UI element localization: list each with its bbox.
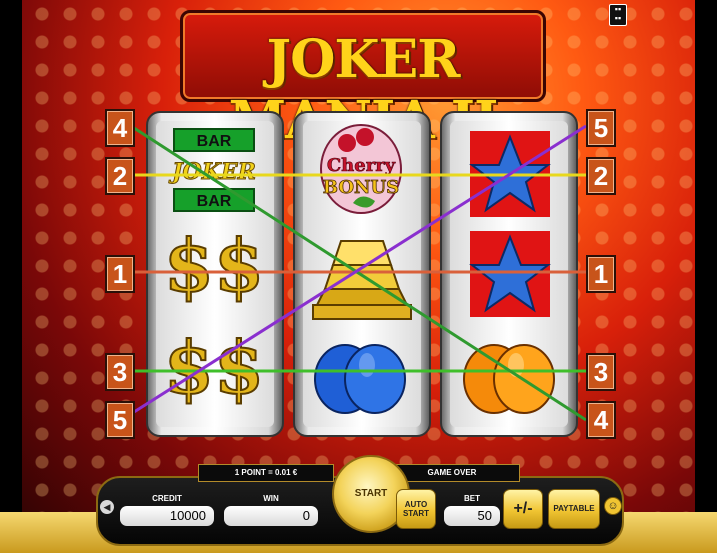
payline-marker-right-5: 5 bbox=[586, 109, 616, 147]
payline-marker-left-2: 2 bbox=[105, 157, 135, 195]
credit-value: 10000 bbox=[120, 506, 214, 526]
auto-start-button[interactable]: AUTO START bbox=[396, 489, 436, 529]
payline-marker-right-3: 3 bbox=[586, 353, 616, 391]
speaker-icon[interactable]: ◀ bbox=[100, 500, 114, 514]
bet-plus-minus-button[interactable]: +/- bbox=[503, 489, 543, 529]
payline-5 bbox=[133, 124, 587, 414]
payline-4 bbox=[133, 126, 587, 422]
credit-label: CREDIT bbox=[152, 494, 182, 503]
game-screen: ▪▪▪▪ JOKER MANIA II BAR JOKER BAR $$ $$ bbox=[0, 0, 717, 553]
bet-value: 50 bbox=[444, 506, 500, 526]
payline-marker-left-5: 5 bbox=[105, 401, 135, 439]
point-value-bar: 1 POINT = 0.01 € bbox=[198, 464, 334, 482]
payline-marker-right-1: 1 bbox=[586, 255, 616, 293]
smiley-icon[interactable]: ☺ bbox=[604, 497, 622, 515]
payline-marker-left-1: 1 bbox=[105, 255, 135, 293]
auto-start-line1: AUTO bbox=[404, 500, 428, 509]
payline-marker-left-3: 3 bbox=[105, 353, 135, 391]
auto-start-line2: START bbox=[402, 509, 430, 518]
payline-marker-right-4: 4 bbox=[586, 401, 616, 439]
bet-label: BET bbox=[464, 494, 480, 503]
win-label: WIN bbox=[263, 494, 279, 503]
win-value: 0 bbox=[224, 506, 318, 526]
payline-marker-right-2: 2 bbox=[586, 157, 616, 195]
payline-marker-left-4: 4 bbox=[105, 109, 135, 147]
paytable-button[interactable]: PAYTABLE bbox=[548, 489, 600, 529]
